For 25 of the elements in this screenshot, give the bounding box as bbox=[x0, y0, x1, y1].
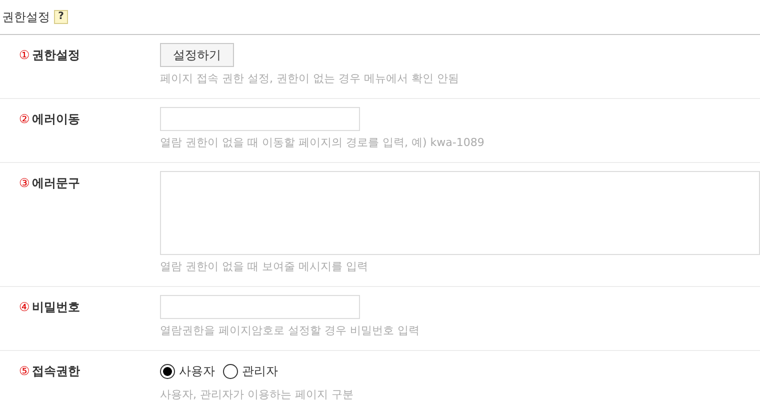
hint-text: 열람 권한이 없을 때 이동할 페이지의 경로를 입력, 예) kwa-1089 bbox=[160, 135, 486, 151]
radio-label: 사용자 bbox=[179, 363, 215, 380]
number-label: ① bbox=[19, 47, 30, 64]
hint-text: 열람 권한이 없을 때 보여줄 메시지를 입력 bbox=[160, 259, 369, 275]
radio-label: 관리자 bbox=[242, 363, 278, 380]
message-textarea[interactable] bbox=[160, 171, 760, 255]
number-label: ④ bbox=[19, 299, 30, 316]
hint-text: 열람권한을 페이지암호로 설정할 경우 비밀번호 입력 bbox=[160, 323, 420, 339]
number-label: ② bbox=[19, 111, 30, 128]
field-label: 권한설정 bbox=[32, 47, 80, 64]
radio-button[interactable] bbox=[160, 364, 175, 378]
hint-text: 사용자, 관리자가 이용하는 페이지 구분 bbox=[160, 387, 354, 403]
field-label: 에러이동 bbox=[32, 111, 80, 128]
number-label: ⑤ bbox=[19, 363, 30, 380]
section-title: 권한설정 bbox=[2, 9, 50, 26]
number-label: ③ bbox=[19, 175, 30, 192]
field-label: 비밀번호 bbox=[32, 299, 80, 316]
field-label: 접속권한 bbox=[32, 363, 80, 380]
help-icon[interactable]: ? bbox=[54, 10, 68, 24]
radio-button[interactable] bbox=[223, 364, 238, 378]
field-label: 에러문구 bbox=[32, 175, 80, 192]
hint-text: 페이지 접속 권한 설정, 권한이 없는 경우 메뉴에서 확인 안됨 bbox=[160, 71, 460, 87]
settings-button[interactable]: 설정하기 bbox=[160, 43, 234, 67]
input-field[interactable] bbox=[160, 107, 360, 131]
input-field[interactable] bbox=[160, 295, 360, 319]
